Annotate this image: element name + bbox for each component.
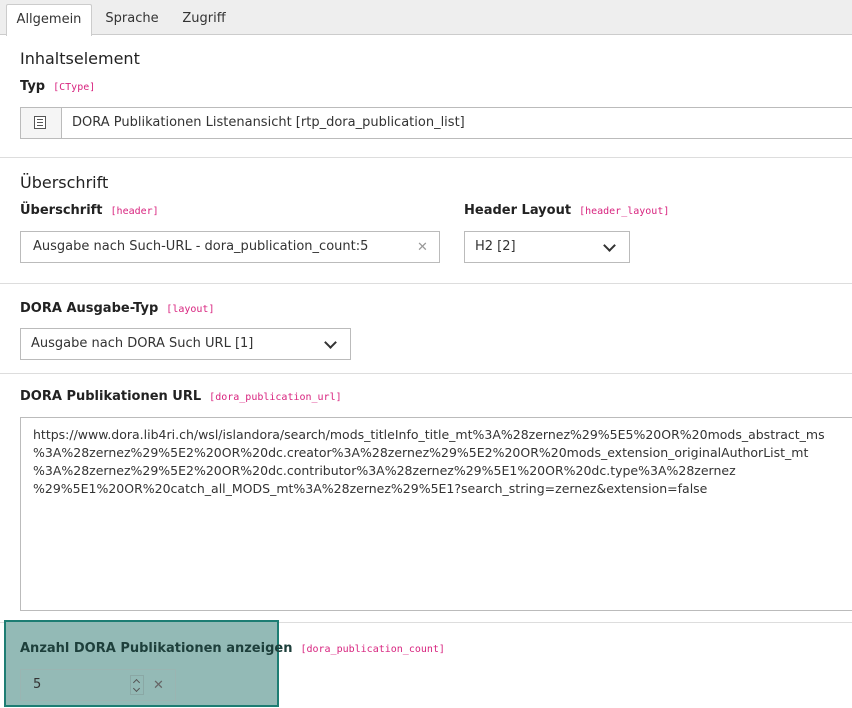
header-layout-label-text: Header Layout [464, 203, 572, 218]
ctype-value: DORA Publikationen Listenansicht [rtp_do… [72, 115, 465, 130]
header-layout-select[interactable]: H2 [2] [464, 231, 630, 263]
output-type-label: DORA Ausgabe-Typ [layout] [20, 301, 214, 316]
ctype-label: Typ [CType] [20, 79, 95, 94]
ctype-label-text: Typ [20, 79, 46, 94]
header-input-value: Ausgabe nach Such-URL - dora_publication… [33, 239, 369, 254]
publication-url-label-text: DORA Publikationen URL [20, 389, 202, 404]
divider [0, 283, 852, 284]
output-type-field-code: [layout] [166, 304, 215, 315]
tab-sprache[interactable]: Sprache [96, 4, 168, 35]
divider [0, 157, 852, 158]
header-input[interactable]: Ausgabe nach Such-URL - dora_publication… [20, 231, 440, 263]
ctype-field[interactable]: DORA Publikationen Listenansicht [rtp_do… [20, 107, 852, 139]
section-title-content-element: Inhaltselement [20, 49, 140, 68]
chevron-down-icon [132, 684, 141, 693]
chevron-down-icon [603, 239, 616, 252]
publication-count-field-code: [dora_publication_count] [300, 644, 445, 655]
header-label-text: Überschrift [20, 203, 103, 218]
header-layout-label: Header Layout [header_layout] [464, 203, 669, 218]
section-title-header: Überschrift [20, 173, 109, 192]
header-field-code: [header] [110, 206, 159, 217]
publication-count-label: Anzahl DORA Publikationen anzeigen [dora_… [20, 641, 445, 656]
tab-bar: Allgemein Sprache Zugriff [0, 0, 852, 36]
tab-allgemein[interactable]: Allgemein [6, 4, 92, 36]
content-element-icon [34, 116, 46, 129]
output-type-select[interactable]: Ausgabe nach DORA Such URL [1] [20, 328, 351, 360]
url-line: %3A%28zernez%29%5E2%20OR%20dc.contributo… [33, 463, 736, 478]
chevron-down-icon [324, 336, 337, 349]
header-label: Überschrift [header] [20, 203, 159, 218]
ctype-icon-box [21, 108, 62, 138]
ctype-field-code: [CType] [53, 82, 96, 93]
publication-count-label-text: Anzahl DORA Publikationen anzeigen [20, 641, 293, 656]
publication-url-label: DORA Publikationen URL [dora_publication_… [20, 389, 342, 404]
publication-count-input[interactable]: 5 ✕ [20, 669, 176, 701]
publication-url-textarea[interactable]: https://www.dora.lib4ri.ch/wsl/islandora… [20, 417, 852, 611]
output-type-label-text: DORA Ausgabe-Typ [20, 301, 159, 316]
url-line: %29%5E1%20OR%20catch_all_MODS_mt%3A%28ze… [33, 481, 708, 496]
clear-icon[interactable]: ✕ [153, 679, 164, 692]
publication-url-field-code: [dora_publication_url] [209, 392, 342, 403]
clear-icon[interactable]: ✕ [417, 241, 428, 254]
header-layout-field-code: [header_layout] [579, 206, 670, 217]
publication-count-value: 5 [33, 677, 42, 692]
url-line: https://www.dora.lib4ri.ch/wsl/islandora… [33, 427, 825, 442]
stepper-icon[interactable] [130, 675, 144, 695]
output-type-value: Ausgabe nach DORA Such URL [1] [31, 336, 254, 351]
url-line: %3A%28zernez%29%5E2%20OR%20dc.creator%3A… [33, 445, 809, 460]
divider [0, 373, 852, 374]
tab-zugriff[interactable]: Zugriff [172, 4, 236, 35]
header-layout-value: H2 [2] [475, 239, 516, 254]
